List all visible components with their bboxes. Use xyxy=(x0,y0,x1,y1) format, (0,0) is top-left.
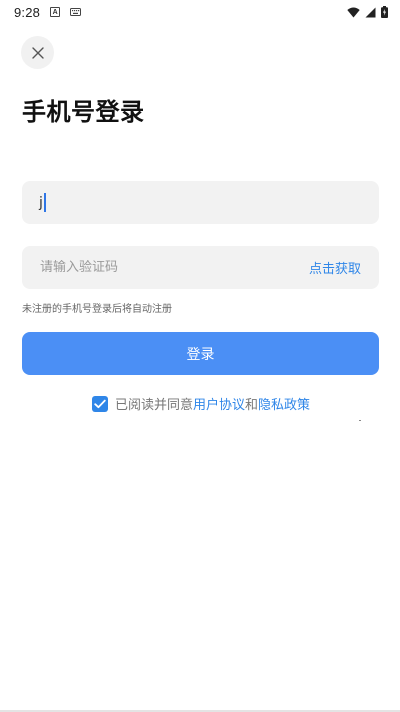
page-title: 手机号登录 xyxy=(22,98,145,126)
agreement-and: 和 xyxy=(245,398,259,413)
agreement-checkbox[interactable] xyxy=(92,395,108,412)
phone-input-value: j xyxy=(39,194,43,211)
status-bar: 9:28 A xyxy=(0,0,400,24)
auto-register-hint: 未注册的手机号登录后将自动注册 xyxy=(22,304,172,315)
battery-icon xyxy=(381,6,388,18)
a-box-icon: A xyxy=(50,7,61,17)
code-field: 点击获取 xyxy=(22,246,379,289)
get-code-button[interactable]: 点击获取 xyxy=(309,258,361,277)
keyboard-icon xyxy=(70,8,82,16)
status-bar-right xyxy=(347,6,388,18)
phone-input[interactable]: j xyxy=(22,181,379,224)
signal-icon xyxy=(365,7,376,17)
close-button[interactable] xyxy=(21,36,54,69)
wifi-icon xyxy=(347,7,360,17)
close-icon xyxy=(31,46,44,59)
agreement-row: 已阅读并同意用户协议和隐私政策 xyxy=(92,394,310,413)
login-button[interactable]: 登录 xyxy=(22,332,379,375)
user-agreement-link[interactable]: 用户协议 xyxy=(193,398,245,413)
status-bar-left: 9:28 A xyxy=(14,4,82,20)
status-time: 9:28 xyxy=(14,4,41,20)
agreement-text: 已阅读并同意用户协议和隐私政策 xyxy=(115,394,310,413)
divider-dot xyxy=(359,420,361,421)
privacy-policy-link[interactable]: 隐私政策 xyxy=(258,398,310,413)
checkmark-icon xyxy=(94,399,106,408)
text-cursor xyxy=(43,193,46,212)
agreement-prefix: 已阅读并同意 xyxy=(115,398,194,413)
verification-code-input[interactable] xyxy=(40,260,270,275)
